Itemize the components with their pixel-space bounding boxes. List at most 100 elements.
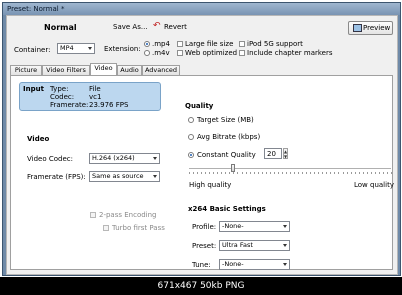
slider-tick	[322, 172, 324, 174]
extension-mp4-radio[interactable]	[144, 41, 150, 47]
slider-tick	[366, 172, 368, 174]
slider-tick	[273, 172, 275, 174]
container-select[interactable]: MP4	[57, 43, 95, 54]
preview-label: Preview	[363, 24, 391, 32]
quality-slider-track[interactable]	[189, 168, 391, 169]
slider-tick	[302, 172, 304, 174]
input-framerate-value: 23.976 FPS	[89, 101, 129, 109]
video-tab-panel: Input Type: File Codec: vc1 Framerate: 2…	[10, 75, 394, 270]
slider-tick	[330, 172, 332, 174]
turbo-first-pass-checkbox[interactable]	[103, 225, 109, 231]
slider-tick	[265, 172, 267, 174]
large-file-checkbox[interactable]	[177, 41, 183, 47]
ipod-label: iPod 5G support	[247, 40, 303, 48]
framerate-value: Same as source	[92, 172, 144, 180]
slider-tick	[241, 172, 243, 174]
input-type-label: Type:	[50, 85, 69, 93]
slider-tick	[314, 172, 316, 174]
ipod-checkbox[interactable]	[239, 41, 245, 47]
preview-button[interactable]: Preview	[348, 21, 393, 35]
avg-bitrate-radio[interactable]	[188, 134, 194, 140]
slider-tick	[326, 172, 328, 174]
profile-value: -None-	[222, 222, 244, 230]
quality-spinner[interactable]: ▲ ▼	[283, 148, 288, 159]
extension-m4v-label: .m4v	[152, 49, 170, 57]
slider-tick	[342, 172, 344, 174]
profile-select[interactable]: -None-	[219, 221, 290, 232]
two-pass-checkbox[interactable]	[90, 212, 96, 218]
chapter-markers-label: Include chapter markers	[247, 49, 333, 57]
chevron-down-icon	[153, 175, 157, 178]
slider-tick	[391, 172, 392, 174]
slider-tick	[209, 172, 211, 174]
high-quality-label: High quality	[189, 181, 232, 189]
tab-picture[interactable]: Picture	[10, 65, 42, 75]
framerate-label: Framerate (FPS):	[27, 173, 86, 181]
slider-tick	[261, 172, 263, 174]
revert-icon: ↶	[153, 21, 161, 31]
extension-m4v-radio[interactable]	[144, 50, 150, 56]
target-size-label: Target Size (MB)	[197, 116, 254, 124]
slider-tick	[245, 172, 247, 174]
slider-tick	[382, 172, 384, 174]
input-heading: Input	[23, 85, 44, 93]
container-label: Container:	[14, 46, 51, 54]
slider-tick	[290, 172, 291, 174]
constant-quality-input[interactable]: 20	[264, 148, 282, 159]
slider-tick	[294, 172, 296, 174]
slider-tick	[362, 172, 364, 174]
save-as-button[interactable]: Save As...	[113, 23, 148, 31]
slider-tick	[205, 172, 207, 174]
slider-tick	[318, 172, 320, 174]
tab-advanced[interactable]: Advanced	[142, 65, 180, 75]
web-optimized-label: Web optimized	[185, 49, 238, 57]
tab-audio[interactable]: Audio	[117, 65, 142, 75]
web-optimized-checkbox[interactable]	[177, 50, 183, 56]
constant-quality-value: 20	[267, 150, 276, 158]
x264-heading: x264 Basic Settings	[188, 205, 266, 213]
low-quality-label: Low quality	[354, 181, 394, 189]
chapter-markers-checkbox[interactable]	[239, 50, 245, 56]
container-value: MP4	[60, 44, 74, 52]
turbo-first-pass-label: Turbo first Pass	[112, 224, 165, 232]
slider-tick	[193, 172, 195, 174]
tab-video-filters[interactable]: Video Filters	[42, 65, 90, 75]
constant-quality-label: Constant Quality	[197, 151, 256, 159]
preset-select[interactable]: Ultra Fast	[219, 240, 290, 251]
slider-tick	[221, 172, 223, 174]
extension-mp4-label: .mp4	[152, 40, 170, 48]
quality-slider-thumb[interactable]	[231, 164, 236, 172]
chevron-down-icon	[283, 263, 287, 266]
preset-name: Normal	[44, 23, 77, 32]
avg-bitrate-label: Avg Bitrate (kbps)	[197, 133, 261, 141]
tune-select[interactable]: -None-	[219, 259, 290, 270]
revert-button[interactable]: Revert	[164, 23, 187, 31]
application-window: Preset: Normal * Normal Save As... ↶ Rev…	[2, 2, 401, 276]
slider-tick	[225, 172, 227, 174]
two-pass-label: 2-pass Encoding	[99, 211, 157, 219]
slider-tick	[350, 172, 352, 174]
preview-icon	[353, 24, 362, 32]
slider-tick	[249, 172, 251, 174]
slider-tick	[358, 172, 360, 174]
slider-tick	[285, 172, 287, 174]
slider-tick	[269, 172, 271, 174]
video-codec-select[interactable]: H.264 (x264)	[89, 153, 160, 164]
framerate-select[interactable]: Same as source	[89, 171, 160, 182]
target-size-radio[interactable]	[188, 117, 194, 123]
profile-label: Profile:	[192, 223, 217, 231]
slider-tick	[237, 172, 239, 174]
slider-tick	[197, 172, 199, 174]
slider-tick	[298, 172, 300, 174]
preset-label: Preset:	[192, 242, 217, 250]
constant-quality-radio[interactable]	[188, 152, 194, 158]
slider-tick	[306, 172, 308, 174]
title-bar: Preset: Normal *	[3, 3, 400, 15]
chevron-down-icon	[88, 47, 92, 50]
quality-slider-ticks	[189, 172, 392, 175]
slider-tick	[338, 172, 340, 174]
slider-tick	[233, 172, 235, 174]
slider-tick	[189, 172, 190, 174]
input-codec-label: Codec:	[50, 93, 75, 101]
slider-tick	[277, 172, 279, 174]
